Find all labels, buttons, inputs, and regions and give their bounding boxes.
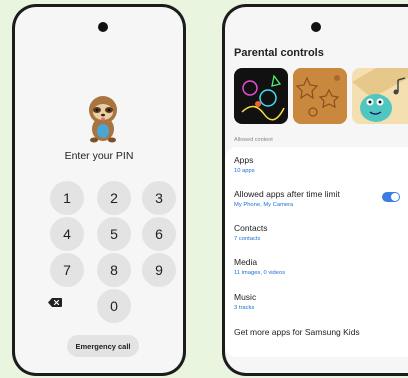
item-title: Music [234,292,257,302]
time-limit-toggle[interactable] [382,192,400,202]
emergency-call-button[interactable]: Emergency call [67,335,139,357]
list-item-apps[interactable]: Apps 10 apps [234,155,255,174]
key-7[interactable]: 7 [50,253,84,287]
camera-cutout [98,22,108,32]
pin-screen: Enter your PIN 1 2 3 4 5 6 7 8 9 0 Emerg… [15,7,183,373]
sloth-mascot-icon [89,96,117,143]
key-9[interactable]: 9 [142,253,176,287]
toggle-knob [391,193,399,201]
key-6[interactable]: 6 [142,217,176,251]
list-item-music[interactable]: Music 3 tracks [234,292,256,311]
item-title: Allowed apps after time limit [234,189,340,199]
key-4[interactable]: 4 [50,217,84,251]
item-title: Get more apps for Samsung Kids [234,327,360,337]
key-3[interactable]: 3 [142,181,176,215]
section-label-allowed-content: Allowed content [234,137,273,143]
phone-pin-screen: Enter your PIN 1 2 3 4 5 6 7 8 9 0 Emerg… [12,4,186,376]
list-item-contacts[interactable]: Contacts 7 contacts [234,223,268,242]
key-2[interactable]: 2 [97,181,131,215]
cartoon-drawing-thumbnail[interactable] [352,68,408,124]
item-subtitle: 11 images, 0 videos [234,270,286,276]
key-1[interactable]: 1 [50,181,84,215]
list-item-media[interactable]: Media 11 images, 0 videos [234,257,285,276]
item-title: Contacts [234,223,268,233]
item-title: Media [234,257,258,267]
item-subtitle: 7 contacts [234,236,261,242]
parental-controls-screen: Parental controls Allowed content Apps 1… [225,7,408,373]
backspace-icon[interactable] [48,298,62,307]
item-subtitle: My Phone, My Camera [234,202,294,208]
item-subtitle: 10 apps [234,168,255,174]
item-title: Apps [234,155,254,165]
key-0[interactable]: 0 [97,289,131,323]
key-8[interactable]: 8 [97,253,131,287]
list-item-allowed-apps-after-time-limit[interactable]: Allowed apps after time limit My Phone, … [234,189,340,208]
list-item-get-more-apps[interactable]: Get more apps for Samsung Kids [234,327,360,337]
neon-drawing-thumbnail[interactable] [234,68,288,124]
page-title: Parental controls [234,47,324,59]
key-5[interactable]: 5 [97,217,131,251]
cookie-drawing-thumbnail[interactable] [293,68,347,124]
pin-title: Enter your PIN [64,150,134,162]
phone-parental-screen: Parental controls Allowed content Apps 1… [222,4,408,376]
item-subtitle: 3 tracks [234,305,255,311]
allowed-content-list [225,147,408,357]
camera-cutout [311,22,321,32]
